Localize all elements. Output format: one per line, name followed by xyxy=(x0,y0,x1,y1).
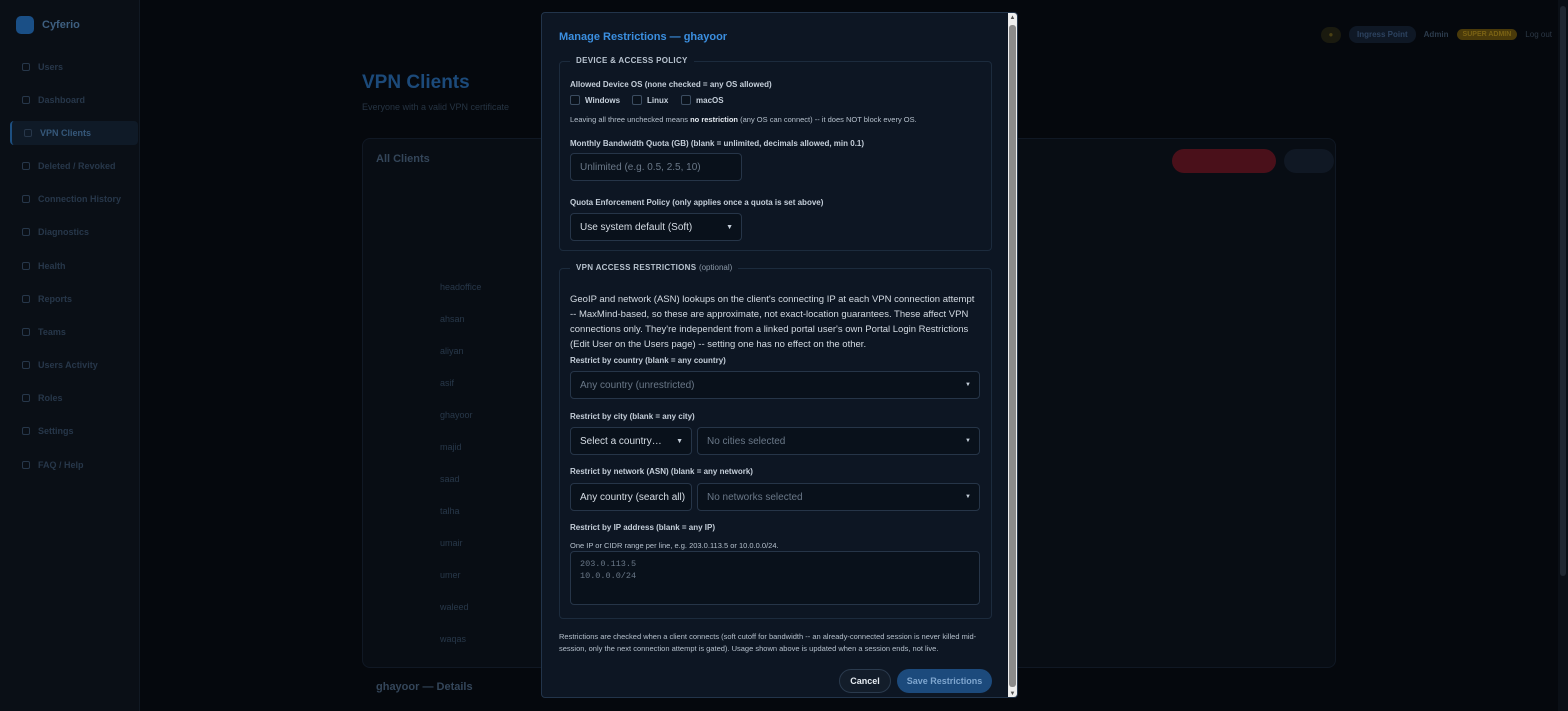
sidebar-item-users[interactable]: Users xyxy=(10,55,138,79)
chevron-down-icon: ▼ xyxy=(965,382,971,388)
client-name[interactable]: headoffice xyxy=(440,282,481,292)
logout-link[interactable]: Log out xyxy=(1525,30,1552,39)
sidebar-item-users-activity[interactable]: Users Activity xyxy=(10,353,138,377)
ip-label: Restrict by IP address (blank = any IP) xyxy=(570,523,716,532)
client-name[interactable]: saad xyxy=(440,474,460,484)
policy-label: Quota Enforcement Policy (only applies o… xyxy=(570,198,824,207)
dashboard-icon xyxy=(22,96,30,104)
city-country-select[interactable]: Select a country… ▼ xyxy=(570,427,692,455)
ip-textarea[interactable]: 203.0.113.5 10.0.0.0/24 xyxy=(570,551,980,605)
vpn-description: GeoIP and network (ASN) lookups on the c… xyxy=(570,294,975,350)
client-name[interactable]: asif xyxy=(440,378,454,388)
sidebar-item-connection-history[interactable]: Connection History xyxy=(10,187,138,211)
sidebar: Cyferio Users Dashboard VPN Clients Dele… xyxy=(0,0,140,711)
logo-icon xyxy=(16,16,34,34)
sidebar-item-deleted[interactable]: Deleted / Revoked xyxy=(10,154,138,178)
checkbox[interactable] xyxy=(632,95,642,105)
os-hint: Leaving all three unchecked means no res… xyxy=(570,115,917,124)
app-name: Cyferio xyxy=(42,19,80,31)
page-subtitle: Everyone with a valid VPN certificate xyxy=(362,102,510,112)
role-badge: SUPER ADMIN xyxy=(1456,29,1518,40)
vpn-icon xyxy=(24,129,32,137)
modal-scrollbar-thumb[interactable] xyxy=(1009,25,1016,687)
sidebar-item-teams[interactable]: Teams xyxy=(10,320,138,344)
quota-label: Monthly Bandwidth Quota (GB) (blank = un… xyxy=(570,139,865,148)
sidebar-item-faq[interactable]: FAQ / Help xyxy=(10,453,138,477)
allowed-os-label: Allowed Device OS (none checked = any OS… xyxy=(570,80,772,89)
ingress-point-pill[interactable]: Ingress Point xyxy=(1348,26,1416,43)
client-name[interactable]: umer xyxy=(440,570,461,580)
client-name[interactable]: talha xyxy=(440,506,460,516)
sidebar-item-settings[interactable]: Settings xyxy=(10,419,138,443)
asn-multiselect[interactable]: No networks selected ▼ xyxy=(697,483,980,511)
bell-icon[interactable]: ● xyxy=(1320,26,1341,43)
scroll-up-icon[interactable]: ▲ xyxy=(1009,14,1016,22)
diagnostics-icon xyxy=(22,228,30,236)
refresh-button[interactable] xyxy=(1284,149,1334,173)
chevron-down-icon: ▼ xyxy=(726,224,733,231)
country-label: Restrict by country (blank = any country… xyxy=(570,356,726,365)
deleted-icon xyxy=(22,162,30,170)
health-icon xyxy=(22,262,30,270)
user-name: Admin xyxy=(1423,30,1449,39)
section-legend: DEVICE & ACCESS POLICY xyxy=(570,56,694,65)
page-scrollbar[interactable] xyxy=(1558,0,1568,711)
modal-title: Manage Restrictions — ghayoor xyxy=(559,31,728,43)
asn-country-select[interactable]: Any country (search all) xyxy=(570,483,692,511)
sidebar-item-vpn-clients[interactable]: VPN Clients xyxy=(10,121,138,145)
page-scrollbar-thumb[interactable] xyxy=(1560,6,1566,576)
reports-icon xyxy=(22,295,30,303)
cancel-button[interactable]: Cancel xyxy=(839,669,891,693)
client-name[interactable]: waqas xyxy=(440,634,466,644)
teams-icon xyxy=(22,328,30,336)
sidebar-item-health[interactable]: Health xyxy=(10,254,138,278)
help-icon xyxy=(22,461,30,469)
sidebar-item-dashboard[interactable]: Dashboard xyxy=(10,88,138,112)
settings-icon xyxy=(22,427,30,435)
details-title: ghayoor — Details xyxy=(376,681,473,693)
client-name[interactable]: umair xyxy=(440,538,463,548)
ip-hint: One IP or CIDR range per line, e.g. 203.… xyxy=(570,541,779,550)
topbar: ● Ingress Point Admin SUPER ADMIN Log ou… xyxy=(1320,26,1552,43)
app-logo[interactable]: Cyferio xyxy=(16,16,80,34)
disconnect-all-button[interactable] xyxy=(1172,149,1276,173)
section-legend: VPN ACCESS RESTRICTIONS (optional) xyxy=(570,263,739,272)
scroll-down-icon[interactable]: ▼ xyxy=(1009,690,1016,697)
history-icon xyxy=(22,195,30,203)
sidebar-item-diagnostics[interactable]: Diagnostics xyxy=(10,220,138,244)
modal-scrollbar[interactable]: ▲ ▼ xyxy=(1008,13,1017,697)
checkbox[interactable] xyxy=(570,95,580,105)
client-name[interactable]: ghayoor xyxy=(440,410,473,420)
card-title: All Clients xyxy=(376,153,430,165)
checkbox[interactable] xyxy=(681,95,691,105)
client-name[interactable]: aliyan xyxy=(440,346,464,356)
os-checkbox-linux[interactable]: Linux xyxy=(632,95,668,105)
os-checkbox-macos[interactable]: macOS xyxy=(681,95,724,105)
city-multiselect[interactable]: No cities selected ▼ xyxy=(697,427,980,455)
policy-select[interactable]: Use system default (Soft) ▼ xyxy=(570,213,742,241)
page-title: VPN Clients xyxy=(362,72,470,93)
client-name[interactable]: majid xyxy=(440,442,462,452)
chevron-down-icon: ▼ xyxy=(965,438,971,444)
os-checkbox-windows[interactable]: Windows xyxy=(570,95,620,105)
sidebar-item-roles[interactable]: Roles xyxy=(10,386,138,410)
city-label: Restrict by city (blank = any city) xyxy=(570,412,695,421)
roles-icon xyxy=(22,394,30,402)
chevron-down-icon: ▼ xyxy=(965,494,971,500)
chevron-down-icon: ▼ xyxy=(676,438,683,445)
footer-note: Restrictions are checked when a client c… xyxy=(559,632,977,653)
save-restrictions-button[interactable]: Save Restrictions xyxy=(897,669,992,693)
client-name[interactable]: ahsan xyxy=(440,314,465,324)
country-select[interactable]: Any country (unrestricted) ▼ xyxy=(570,371,980,399)
client-name[interactable]: waleed xyxy=(440,602,469,612)
users-icon xyxy=(22,63,30,71)
activity-icon xyxy=(22,361,30,369)
manage-restrictions-modal: Manage Restrictions — ghayoor DEVICE & A… xyxy=(541,12,1018,698)
quota-input[interactable]: Unlimited (e.g. 0.5, 2.5, 10) xyxy=(570,153,742,181)
asn-label: Restrict by network (ASN) (blank = any n… xyxy=(570,467,753,476)
sidebar-item-reports[interactable]: Reports xyxy=(10,287,138,311)
